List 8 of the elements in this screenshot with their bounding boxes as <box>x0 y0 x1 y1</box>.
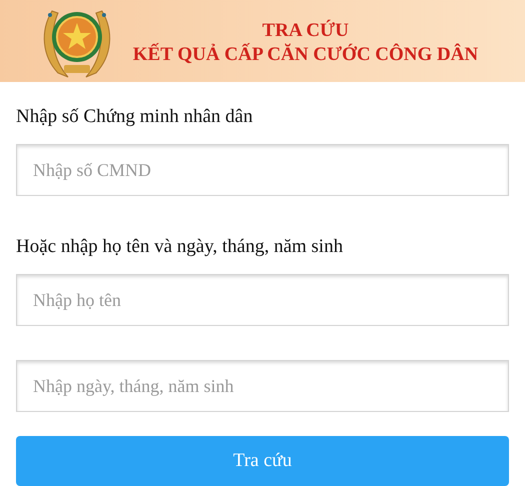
input-field[interactable]: Nhập họ tên <box>16 274 509 326</box>
input-field[interactable]: Nhập số CMND <box>16 144 509 196</box>
input-field[interactable]: Nhập ngày, tháng, năm sinh <box>16 360 509 412</box>
search-button[interactable]: Tra cứu <box>16 436 509 486</box>
field-label: Hoặc nhập họ tên và ngày, tháng, năm sinh <box>16 235 344 259</box>
header-title: TRA CỨU <box>262 19 349 43</box>
header-title: KẾT QUẢ CẤP CĂN CƯỚC CÔNG DÂN <box>132 43 478 67</box>
field-label: Nhập số Chứng minh nhân dân <box>16 105 254 129</box>
